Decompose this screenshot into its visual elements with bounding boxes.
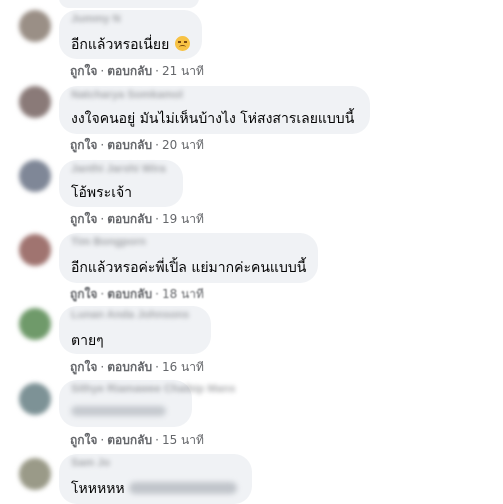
comment-actions: ถูกใจ · ตอบกลับ · 16 นาที xyxy=(70,360,204,374)
commenter-name[interactable]: Sam Jo xyxy=(71,457,110,469)
avatar[interactable] xyxy=(19,308,51,340)
reply-link[interactable]: ตอบกลับ xyxy=(107,360,152,374)
comment-text: อีกแล้วหรอเนี่ยย xyxy=(71,34,191,56)
avatar[interactable] xyxy=(19,86,51,118)
avatar[interactable] xyxy=(19,160,51,192)
like-link[interactable]: ถูกใจ xyxy=(70,287,97,301)
timestamp[interactable]: 16 นาที xyxy=(162,360,204,374)
commenter-name[interactable]: Lunan Anda Johnsons xyxy=(71,309,189,321)
reply-link[interactable]: ตอบกลับ xyxy=(107,64,152,78)
reply-link[interactable]: ตอบกลับ xyxy=(107,212,152,226)
comment-bubble: Sithye Riamawee Chaibip Mans xyxy=(59,380,235,427)
comment-bubble: Lunan Anda Johnsons ตายๆ xyxy=(59,306,211,354)
like-link[interactable]: ถูกใจ xyxy=(70,64,97,78)
commenter-name[interactable]: Jummy N xyxy=(71,13,121,25)
reply-link[interactable]: ตอบกลับ xyxy=(107,138,152,152)
comment-text: โหหหหห xyxy=(71,478,237,500)
avatar[interactable] xyxy=(19,10,51,42)
commenter-name[interactable]: Tim Bongporn xyxy=(71,236,146,248)
comment-actions: ถูกใจ · ตอบกลับ · 20 นาที xyxy=(70,138,204,152)
like-link[interactable]: ถูกใจ xyxy=(70,138,97,152)
like-link[interactable]: ถูกใจ xyxy=(70,212,97,226)
avatar[interactable] xyxy=(19,234,51,266)
commenter-name[interactable]: Natcharya Somkamol xyxy=(71,89,183,101)
comment-text: งงใจคนอยู่ มันไม่เห็นบ้างไง โห่สงสารเลยแ… xyxy=(71,111,355,127)
comment-actions: ถูกใจ · ตอบกลับ · 21 นาที xyxy=(70,64,204,78)
comment-bubble: Sam Jo โหหหหห xyxy=(59,454,252,504)
comment-bubble: Natcharya Somkamol งงใจคนอยู่ มันไม่เห็น… xyxy=(59,86,370,134)
reply-link[interactable]: ตอบกลับ xyxy=(107,433,152,447)
comment-bubble: Tim Bongporn อีกแล้วหรอค่ะพี่เปิ้ล แย่มา… xyxy=(59,233,318,283)
avatar[interactable] xyxy=(19,458,51,490)
timestamp[interactable]: 18 นาที xyxy=(162,287,204,301)
reply-link[interactable]: ตอบกลับ xyxy=(107,287,152,301)
comment-bubble: Janthi Jarshi Wira โอ้พระเจ้า xyxy=(59,160,183,207)
comment-actions: ถูกใจ · ตอบกลับ · 15 นาที xyxy=(70,433,204,447)
like-link[interactable]: ถูกใจ xyxy=(70,433,97,447)
avatar[interactable] xyxy=(19,383,51,415)
comment-text: อีกแล้วหรอค่ะพี่เปิ้ล แย่มากค่ะคนแบบนี้ xyxy=(71,260,307,276)
timestamp[interactable]: 20 นาที xyxy=(162,138,204,152)
previous-comment-bubble xyxy=(59,0,199,8)
disappointed-face-icon xyxy=(175,36,191,51)
timestamp[interactable]: 19 นาที xyxy=(162,212,204,226)
timestamp[interactable]: 15 นาที xyxy=(162,433,204,447)
comment-actions: ถูกใจ · ตอบกลับ · 18 นาที xyxy=(70,287,204,301)
comment-text: ตายๆ xyxy=(71,333,104,349)
commenter-name[interactable]: Janthi Jarshi Wira xyxy=(71,163,166,175)
commenter-name-line-2 xyxy=(71,406,166,416)
commenter-name[interactable]: Sithye Riamawee Chaibip Mans xyxy=(71,383,235,395)
comment-text: โอ้พระเจ้า xyxy=(71,185,133,201)
blurred-text xyxy=(128,482,237,494)
comment-actions: ถูกใจ · ตอบกลับ · 19 นาที xyxy=(70,212,204,226)
timestamp[interactable]: 21 นาที xyxy=(162,64,204,78)
comment-bubble: Jummy N อีกแล้วหรอเนี่ยย xyxy=(59,10,202,59)
like-link[interactable]: ถูกใจ xyxy=(70,360,97,374)
